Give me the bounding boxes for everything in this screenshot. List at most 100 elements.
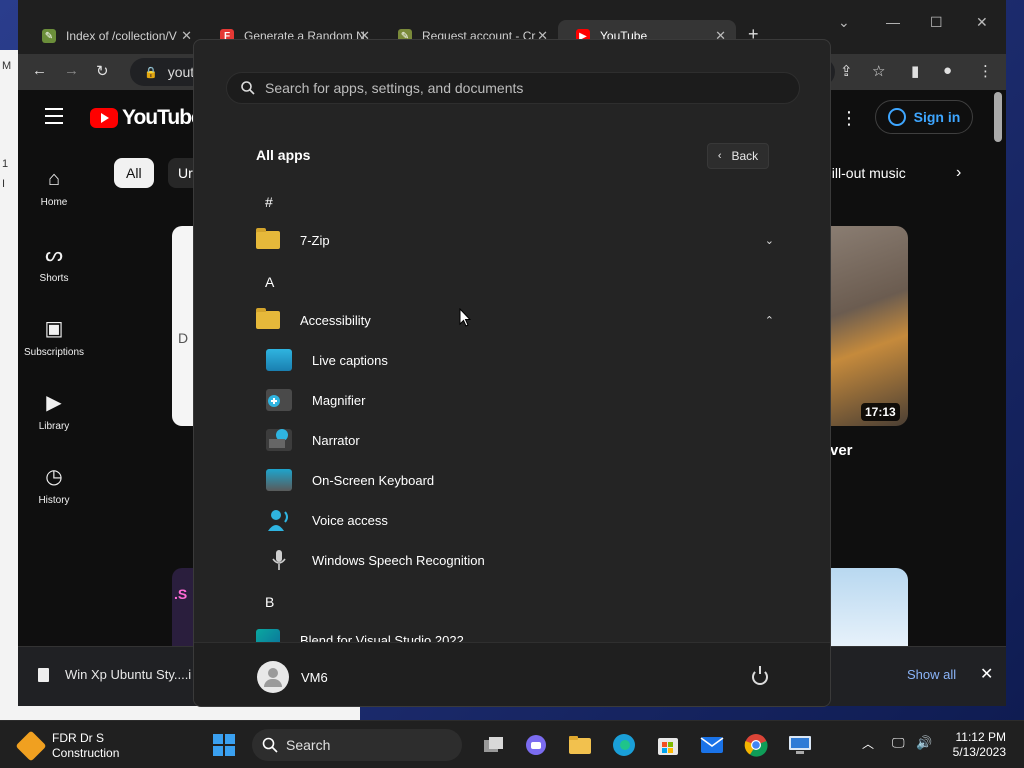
back-arrow-icon[interactable]: ← [32, 62, 47, 79]
nav-label: Subscriptions [23, 347, 85, 358]
letter-header-a[interactable]: A [265, 274, 274, 290]
video-thumbnail[interactable] [830, 226, 908, 426]
close-window-icon[interactable]: ✕ [976, 14, 988, 31]
power-icon[interactable] [752, 666, 768, 685]
app-label: Magnifier [312, 392, 366, 408]
close-tab-icon[interactable]: ✕ [181, 28, 192, 44]
minimize-icon[interactable]: — [886, 14, 900, 30]
letter-header-hash[interactable]: # [265, 194, 273, 210]
search-label: Search [286, 737, 331, 753]
app-list[interactable]: # 7-Zip ⌄ A Accessibility ⌃ Live caption… [194, 180, 830, 642]
side-panel-icon[interactable]: ▮ [911, 62, 919, 80]
app-narrator[interactable]: Narrator [266, 423, 766, 457]
chrome-icon[interactable] [740, 729, 772, 761]
app-label: On-Screen Keyboard [312, 472, 435, 488]
sign-in-label: Sign in [913, 109, 961, 125]
start-menu-footer: VM6 [194, 642, 830, 706]
youtube-logo[interactable]: YouTube [90, 106, 203, 130]
video-title[interactable]: ver [830, 442, 853, 459]
widget-line-2: Construction [52, 746, 120, 760]
sign-in-button[interactable]: Sign in [875, 100, 973, 134]
search-icon [262, 737, 278, 753]
download-file-name: Win Xp Ubuntu Sty....i [65, 667, 192, 682]
forward-arrow-icon[interactable]: → [64, 62, 79, 79]
folder-label: Accessibility [300, 312, 371, 328]
taskbar-search[interactable]: Search [252, 729, 462, 761]
app-on-screen-keyboard[interactable]: On-Screen Keyboard [266, 463, 766, 497]
maximize-icon[interactable]: ☐ [930, 14, 943, 31]
system-clock[interactable]: 11:12 PM 5/13/2023 [948, 730, 1006, 760]
app-windows-speech-recognition[interactable]: Windows Speech Recognition [266, 543, 766, 577]
tab-title: Index of /collection/V [66, 29, 177, 43]
window-fragment: 1 [2, 158, 9, 170]
chevron-up-icon[interactable]: ︿ [862, 735, 874, 752]
youtube-play-icon [90, 108, 118, 128]
hamburger-menu-icon[interactable] [45, 108, 63, 129]
file-explorer-icon[interactable] [564, 729, 596, 761]
start-menu: All apps ‹ Back # 7-Zip ⌄ A Accessibilit… [193, 39, 831, 707]
tab-index[interactable]: ✎ Index of /collection/V ✕ [24, 20, 202, 52]
user-account-button[interactable]: VM6 [257, 661, 328, 693]
app-live-captions[interactable]: Live captions [266, 343, 766, 377]
nav-shorts[interactable]: ᔕ Shorts [18, 242, 90, 284]
app-voice-access[interactable]: Voice access [266, 503, 766, 537]
remote-desktop-icon[interactable] [784, 729, 816, 761]
chevron-up-icon: ⌃ [764, 314, 774, 327]
show-all-button[interactable]: Show all [907, 667, 956, 682]
blend-icon [256, 629, 280, 642]
volume-icon[interactable]: 🔊 [916, 735, 932, 751]
voice-access-icon [266, 509, 292, 531]
home-icon: ⌂ [47, 168, 61, 190]
teams-chat-icon[interactable] [520, 729, 552, 761]
menu-dots-icon[interactable]: ⋮ [978, 62, 993, 80]
network-icon[interactable]: 🖵 [892, 735, 905, 751]
microsoft-store-icon[interactable] [652, 729, 684, 761]
close-icon[interactable]: ✕ [980, 664, 993, 684]
leaf-icon: ✎ [42, 29, 56, 43]
reload-icon[interactable]: ↻ [96, 62, 109, 80]
folder-accessibility[interactable]: Accessibility ⌃ [256, 303, 776, 337]
folder-icon [256, 308, 280, 329]
page-scrollbar[interactable] [994, 92, 1002, 142]
app-blend-visual-studio[interactable]: Blend for Visual Studio 2022 [256, 623, 776, 642]
app-label: Windows Speech Recognition [312, 552, 485, 568]
download-item[interactable]: Win Xp Ubuntu Sty....i [38, 667, 191, 682]
folder-label: 7-Zip [300, 232, 330, 248]
letter-header-b[interactable]: B [265, 594, 274, 610]
app-magnifier[interactable]: Magnifier [266, 383, 766, 417]
nav-home[interactable]: ⌂ Home [18, 168, 90, 208]
task-view-icon[interactable] [478, 729, 510, 761]
chevron-right-icon[interactable]: › [956, 164, 961, 182]
search-icon [241, 81, 255, 95]
chip-all[interactable]: All [114, 158, 154, 188]
clock-time: 11:12 PM [955, 730, 1006, 744]
nav-subscriptions[interactable]: ▣ Subscriptions [18, 316, 90, 358]
widget-line-1: FDR Dr S [52, 731, 104, 745]
start-search-input[interactable] [265, 80, 785, 96]
profile-icon[interactable]: ● [943, 62, 952, 79]
start-search-box[interactable] [226, 72, 800, 104]
window-fragment: M [2, 60, 12, 72]
nav-library[interactable]: ▶ Library [18, 390, 90, 432]
start-button[interactable] [208, 729, 240, 761]
more-options-icon[interactable]: ⋮ [840, 108, 858, 129]
edge-browser-icon[interactable] [608, 729, 640, 761]
video-thumbnail[interactable] [830, 568, 908, 648]
window-fragment: I [2, 178, 6, 190]
bookmark-star-icon[interactable]: ☆ [872, 62, 885, 80]
nav-history[interactable]: ◷ History [18, 464, 90, 506]
taskbar: FDR Dr S Construction Search ︿ 🖵 🔊 11:12… [0, 720, 1024, 768]
nav-label: History [38, 495, 70, 506]
keyboard-icon [266, 469, 292, 491]
folder-7zip[interactable]: 7-Zip ⌄ [256, 223, 776, 257]
warning-icon [15, 730, 47, 762]
back-button[interactable]: ‹ Back [707, 143, 769, 169]
back-label: Back [731, 149, 759, 163]
share-icon[interactable]: ⇪ [840, 62, 853, 80]
mail-icon[interactable] [696, 729, 728, 761]
weather-widget[interactable]: FDR Dr S Construction [15, 730, 120, 762]
tab-search-icon[interactable]: ⌄ [838, 14, 850, 31]
lock-icon: 🔒 [144, 66, 158, 79]
chip-chill-out-music[interactable]: hill-out music [824, 165, 906, 181]
narrator-icon [266, 429, 292, 451]
